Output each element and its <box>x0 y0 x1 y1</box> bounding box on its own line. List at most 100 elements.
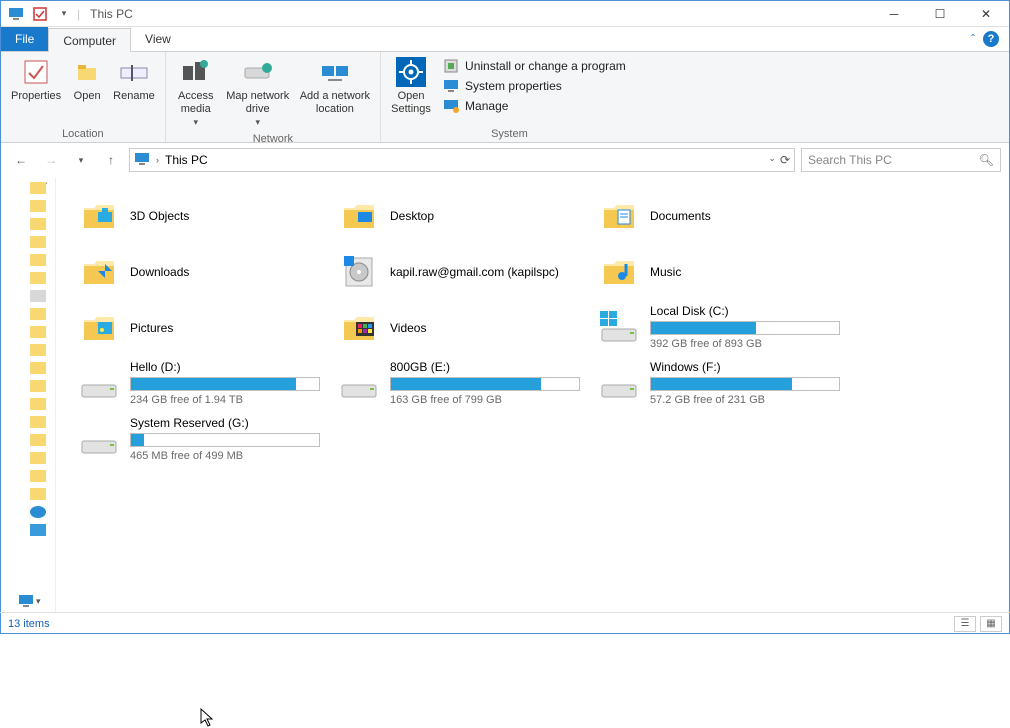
minimize-button[interactable]: ─ <box>871 1 917 27</box>
search-icon[interactable]: 🔍︎ <box>979 153 994 167</box>
drive-icon <box>600 364 640 404</box>
access-media-button[interactable]: Access media▾ <box>172 54 220 131</box>
item-name: 800GB (E:) <box>390 360 580 375</box>
open-settings-button[interactable]: Open Settings <box>387 54 435 118</box>
drive-item[interactable]: 800GB (E:) 163 GB free of 799 GB <box>336 356 596 412</box>
chevron-right-icon[interactable]: › <box>156 155 159 165</box>
capacity-bar <box>650 321 840 335</box>
tiles-view-button[interactable]: ▦ <box>980 616 1002 632</box>
search-input[interactable]: Search This PC 🔍︎ <box>801 148 1001 172</box>
item-name: Videos <box>390 321 426 336</box>
drive-icon <box>80 364 120 404</box>
group-system: Open Settings Uninstall or change a prog… <box>381 52 638 142</box>
address-bar[interactable]: › This PC ⌄ ⟳ <box>129 148 795 172</box>
up-button[interactable]: ↑ <box>99 148 123 172</box>
folder-icon <box>600 196 640 236</box>
navigation-pane[interactable]: ˆ ▾ <box>0 178 56 612</box>
folder-item[interactable]: Downloads <box>76 244 336 300</box>
ribbon: Properties Open Rename Location Access m… <box>1 51 1009 143</box>
add-location-icon <box>319 56 351 88</box>
refresh-icon[interactable]: ⟳ <box>780 153 790 167</box>
this-pc-nav-icon <box>30 524 46 536</box>
free-space: 392 GB free of 893 GB <box>650 337 840 352</box>
manage-button[interactable]: Manage <box>443 98 626 114</box>
capacity-bar <box>650 377 840 391</box>
folder-icon <box>340 308 380 348</box>
folder-item[interactable]: kapil.raw@gmail.com (kapilspc) <box>336 244 596 300</box>
free-space: 57.2 GB free of 231 GB <box>650 393 840 408</box>
item-name: Pictures <box>130 321 173 336</box>
map-drive-icon <box>242 56 274 88</box>
group-network: Access media▾ Map network drive▾ Add a n… <box>166 52 381 142</box>
group-system-label: System <box>387 126 632 142</box>
folder-icon <box>80 252 120 292</box>
collapse-ribbon-icon[interactable]: ˆ <box>971 32 975 46</box>
folder-item[interactable]: Desktop <box>336 188 596 244</box>
group-location: Properties Open Rename Location <box>1 52 166 142</box>
folder-icon <box>340 196 380 236</box>
folder-icon <box>340 252 380 292</box>
quick-access-toolbar: ▾ | <box>1 3 84 25</box>
status-bar: 13 items ☰ ▦ <box>0 612 1010 634</box>
free-space: 163 GB free of 799 GB <box>390 393 580 408</box>
back-button[interactable]: ← <box>9 148 33 172</box>
nav-pane-dropdown[interactable]: ▾ <box>18 594 41 608</box>
folder-item[interactable]: Documents <box>596 188 856 244</box>
item-name: kapil.raw@gmail.com (kapilspc) <box>390 265 559 280</box>
pc-icon <box>134 152 150 168</box>
tab-file[interactable]: File <box>1 27 48 51</box>
rename-icon <box>118 56 150 88</box>
folder-icon <box>600 252 640 292</box>
item-name: System Reserved (G:) <box>130 416 320 431</box>
forward-button[interactable]: → <box>39 148 63 172</box>
details-view-button[interactable]: ☰ <box>954 616 976 632</box>
rename-button[interactable]: Rename <box>109 54 159 105</box>
item-name: Local Disk (C:) <box>650 304 840 319</box>
help-icon[interactable]: ? <box>983 31 999 47</box>
folder-icon <box>80 308 120 348</box>
drive-icon <box>340 364 380 404</box>
item-name: Hello (D:) <box>130 360 320 375</box>
folder-item[interactable]: Pictures <box>76 300 336 356</box>
drive-item[interactable]: Local Disk (C:) 392 GB free of 893 GB <box>596 300 856 356</box>
access-media-icon <box>180 56 212 88</box>
open-icon <box>71 56 103 88</box>
properties-qat-icon[interactable] <box>29 3 51 25</box>
drive-icon <box>600 308 640 348</box>
breadcrumb[interactable]: This PC <box>165 153 208 167</box>
settings-gear-icon <box>395 56 427 88</box>
uninstall-icon <box>443 58 459 74</box>
properties-button[interactable]: Properties <box>7 54 65 105</box>
drive-item[interactable]: Windows (F:)57.2 GB free of 231 GB <box>596 356 856 412</box>
drive-item[interactable]: Hello (D:)234 GB free of 1.94 TB <box>76 356 336 412</box>
content-area[interactable]: 3D Objects Desktop Documents Downloads kapil… <box>56 178 1010 612</box>
open-button[interactable]: Open <box>67 54 107 105</box>
drive-icon <box>80 420 120 460</box>
uninstall-program-button[interactable]: Uninstall or change a program <box>443 58 626 74</box>
manage-icon <box>443 98 459 114</box>
tab-view[interactable]: View <box>131 27 185 51</box>
item-count: 13 items <box>8 618 50 630</box>
system-properties-button[interactable]: System properties <box>443 78 626 94</box>
maximize-button[interactable]: ☐ <box>917 1 963 27</box>
window-title: This PC <box>90 7 133 21</box>
pc-icon[interactable] <box>5 3 27 25</box>
folder-item[interactable]: 3D Objects <box>76 188 336 244</box>
group-network-label: Network <box>172 131 374 147</box>
navigation-row: ← → ▾ ↑ › This PC ⌄ ⟳ Search This PC 🔍︎ <box>1 143 1009 177</box>
drive-item[interactable]: System Reserved (G:) 465 MB free of 499 M… <box>76 412 336 468</box>
map-network-drive-button[interactable]: Map network drive▾ <box>222 54 294 131</box>
qat-dropdown-icon[interactable]: ▾ <box>53 3 75 25</box>
address-dropdown-icon[interactable]: ⌄ <box>768 153 776 167</box>
free-space: 465 MB free of 499 MB <box>130 449 320 464</box>
tab-computer[interactable]: Computer <box>48 28 131 52</box>
item-name: Documents <box>650 209 711 224</box>
add-network-location-button[interactable]: Add a network location <box>296 54 374 118</box>
item-name: 3D Objects <box>130 209 189 224</box>
recent-dropdown[interactable]: ▾ <box>69 148 93 172</box>
item-name: Downloads <box>130 265 189 280</box>
close-button[interactable]: ✕ <box>963 1 1009 27</box>
folder-item[interactable]: Music <box>596 244 856 300</box>
folder-item[interactable]: Videos <box>336 300 596 356</box>
properties-icon <box>20 56 52 88</box>
